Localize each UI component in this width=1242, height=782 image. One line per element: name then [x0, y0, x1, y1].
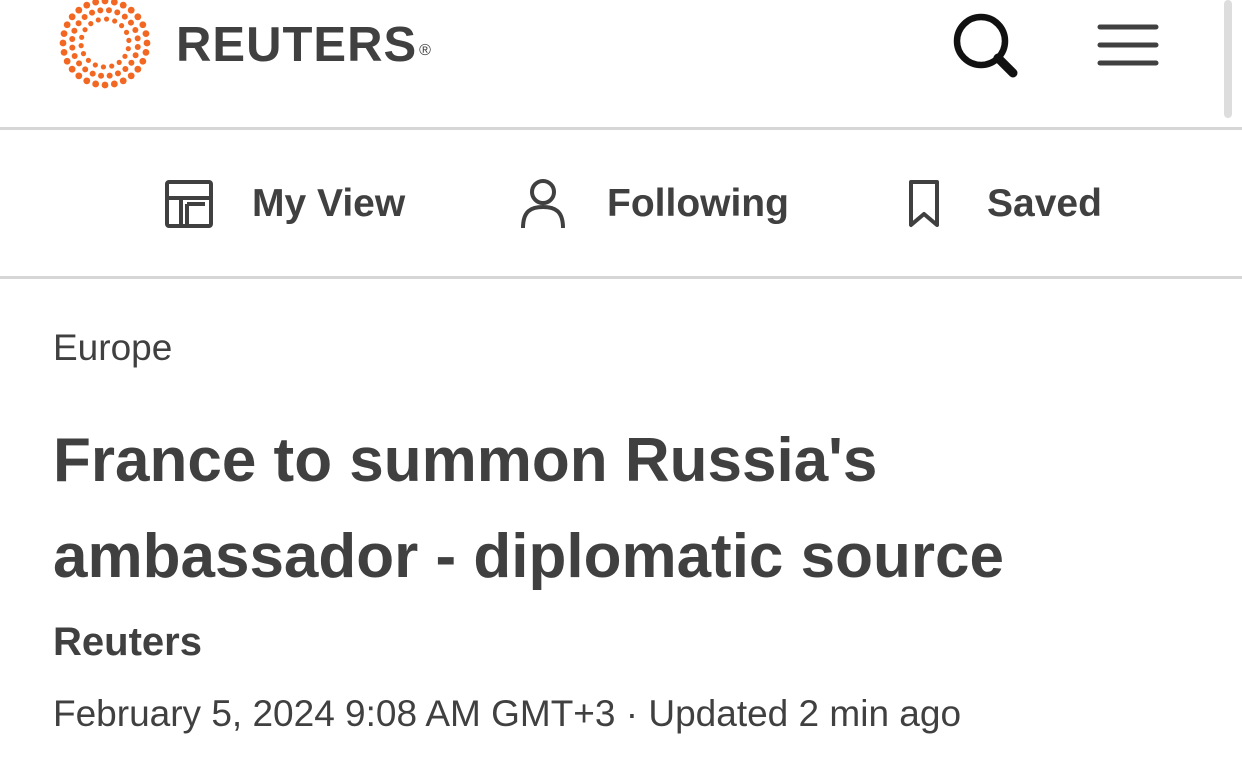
brand-wordmark[interactable]: REUTERS ®	[176, 15, 432, 75]
nav-saved-label: Saved	[987, 182, 1102, 225]
nav-my-view-label: My View	[252, 182, 406, 225]
registered-mark: ®	[419, 42, 432, 59]
article-header: Europe France to summon Russia's ambassa…	[53, 318, 1203, 739]
nav-following[interactable]: Following	[519, 174, 789, 234]
search-icon[interactable]	[950, 10, 1022, 82]
dateline-separator: ·	[625, 693, 639, 734]
hamburger-menu-icon[interactable]	[1096, 20, 1160, 70]
page-scrollbar[interactable]	[1224, 0, 1232, 118]
article-dateline: February 5, 2024 9:08 AM GMT+3 · Updated…	[53, 689, 1203, 739]
site-header: REUTERS ®	[0, 0, 1242, 130]
nav-following-label: Following	[607, 182, 789, 225]
sub-navigation: My View Following Saved	[0, 130, 1242, 279]
article-headline: France to summon Russia's ambassador - d…	[53, 426, 1004, 591]
published-time: February 5, 2024 9:08 AM GMT+3	[53, 693, 616, 734]
layout-icon	[165, 180, 213, 228]
nav-my-view[interactable]: My View	[163, 174, 405, 234]
section-link[interactable]: Europe	[53, 318, 1203, 378]
article-byline[interactable]: Reuters	[53, 613, 1203, 671]
reuters-logo-icon[interactable]	[55, 0, 159, 92]
bookmark-icon	[909, 180, 939, 227]
nav-saved[interactable]: Saved	[906, 174, 1102, 234]
brand-name: REUTERS	[176, 18, 418, 72]
person-icon	[521, 179, 565, 229]
updated-time: Updated 2 min ago	[648, 693, 962, 734]
